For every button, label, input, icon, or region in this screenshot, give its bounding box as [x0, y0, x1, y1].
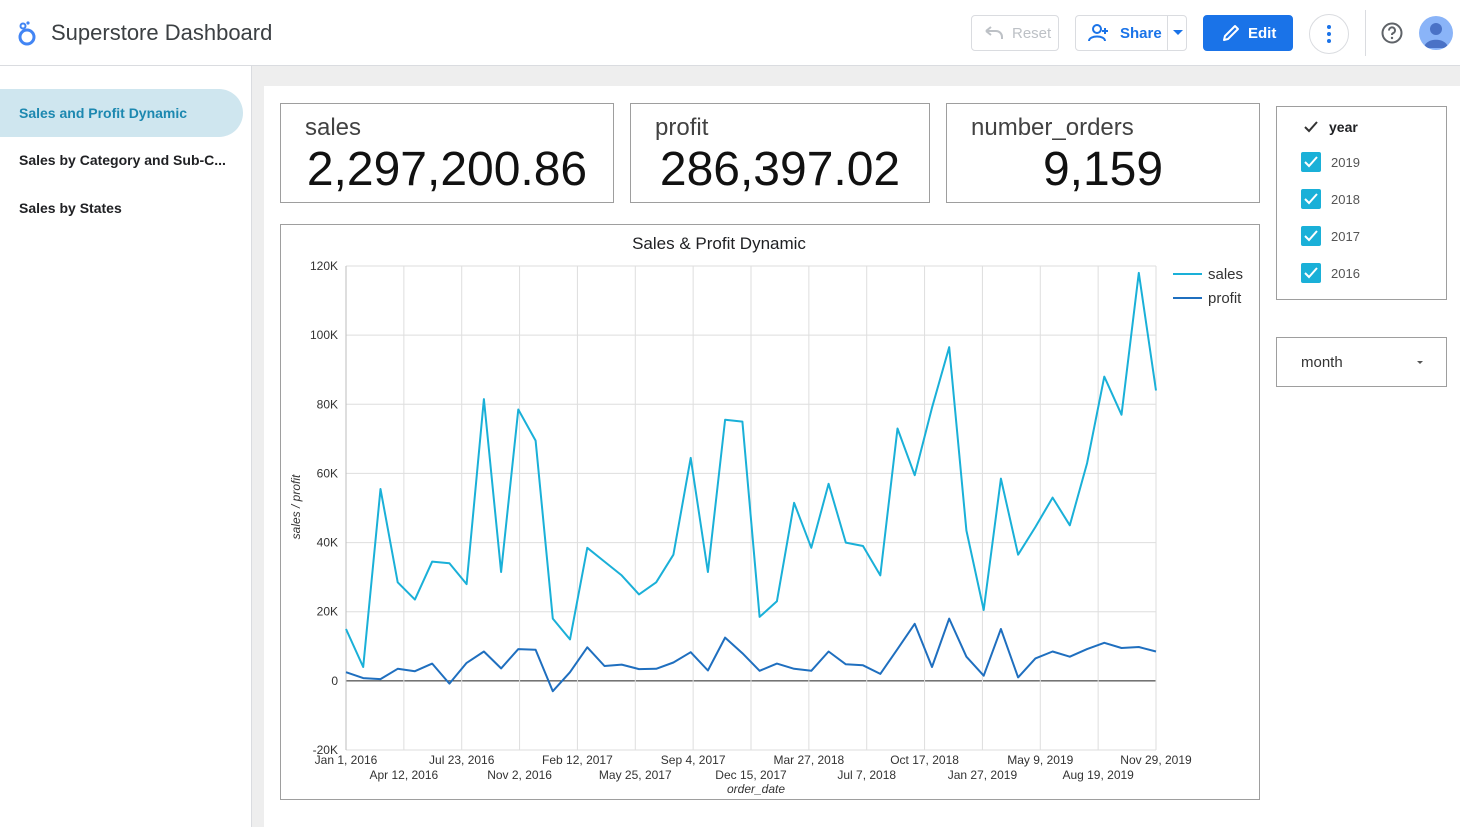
scorecard-label: sales: [305, 114, 362, 141]
report-canvas: sales 2,297,200.86 profit 286,397.02 num…: [252, 66, 1460, 827]
share-divider: [1167, 16, 1168, 50]
filter-option-label: 2017: [1331, 228, 1360, 244]
checkbox-checked-icon[interactable]: [1301, 189, 1321, 209]
x-tick-label: Oct 17, 2018: [890, 753, 959, 767]
scorecard-label: number_orders: [971, 114, 1134, 141]
x-tick-label: Jul 7, 2018: [837, 768, 896, 782]
filter-option-2016[interactable]: 2016: [1301, 262, 1360, 284]
more-options-button[interactable]: [1309, 14, 1349, 54]
x-tick-label: Aug 19, 2019: [1062, 768, 1134, 782]
year-filter-control[interactable]: year 2019 2018 2017 2016: [1276, 106, 1447, 300]
dropdown-caret-icon: [1417, 361, 1423, 364]
x-tick-label: Dec 15, 2017: [715, 768, 787, 782]
filter-option-label: 2018: [1331, 191, 1360, 207]
y-tick-label: 0: [331, 674, 338, 688]
share-label: Share: [1120, 24, 1162, 42]
checkbox-checked-icon[interactable]: [1301, 263, 1321, 283]
filter-option-label: 2019: [1331, 154, 1360, 170]
legend-label-profit: profit: [1208, 290, 1242, 307]
y-tick-label: 60K: [317, 466, 338, 480]
nav-item-sales-by-category[interactable]: Sales by Category and Sub-C...: [0, 136, 243, 184]
x-tick-label: May 9, 2019: [1007, 753, 1073, 767]
scorecard-sales[interactable]: sales 2,297,200.86: [280, 103, 614, 203]
report-title[interactable]: Superstore Dashboard: [51, 20, 272, 46]
share-dropdown-chevron-icon[interactable]: [1173, 30, 1183, 35]
account-avatar[interactable]: [1419, 16, 1453, 50]
y-tick-label: 100K: [310, 328, 338, 342]
dropdown-value: month: [1301, 354, 1343, 371]
x-tick-label: Nov 29, 2019: [1120, 753, 1192, 767]
filter-header[interactable]: year: [1301, 117, 1358, 137]
x-tick-label: Jan 1, 2016: [315, 753, 378, 767]
more-vert-icon: [1327, 25, 1331, 43]
filter-option-2017[interactable]: 2017: [1301, 225, 1360, 247]
filter-header-label: year: [1329, 119, 1358, 135]
filter-option-2019[interactable]: 2019: [1301, 151, 1360, 173]
pencil-icon: [1223, 25, 1239, 41]
scorecard-value: 2,297,200.86: [306, 143, 588, 196]
x-tick-label: Sep 4, 2017: [661, 753, 726, 767]
y-axis-label: sales / profit: [289, 474, 303, 539]
scorecard-value: 9,159: [1042, 143, 1164, 196]
x-tick-label: Feb 12, 2017: [542, 753, 613, 767]
x-axis-label: order_date: [727, 782, 785, 796]
y-tick-label: 20K: [317, 605, 338, 619]
scorecard-label: profit: [655, 114, 709, 141]
date-granularity-dropdown[interactable]: month: [1276, 337, 1447, 387]
undo-icon: [985, 26, 1003, 39]
scorecard-number-orders[interactable]: number_orders 9,159: [946, 103, 1260, 203]
toolbar-divider: [1365, 10, 1366, 56]
person-icon: [1424, 23, 1448, 48]
y-tick-label: 80K: [317, 397, 338, 411]
x-tick-label: Jul 23, 2016: [429, 753, 495, 767]
x-tick-label: Nov 2, 2016: [487, 768, 552, 782]
edit-button[interactable]: Edit: [1203, 15, 1293, 51]
checkbox-checked-icon[interactable]: [1301, 152, 1321, 172]
nav-item-sales-by-states[interactable]: Sales by States: [0, 184, 243, 232]
looker-studio-logo-icon: [18, 21, 36, 46]
x-tick-label: Jan 27, 2019: [948, 768, 1018, 782]
nav-item-sales-and-profit-dynamic[interactable]: Sales and Profit Dynamic: [0, 89, 243, 137]
reset-label: Reset: [1012, 24, 1052, 42]
y-tick-label: 120K: [310, 259, 338, 273]
reset-button[interactable]: Reset: [971, 15, 1059, 51]
share-button[interactable]: Share: [1075, 15, 1187, 51]
filter-option-2018[interactable]: 2018: [1301, 188, 1360, 210]
line-chart-svg: Sales & Profit Dynamic-20K020K40K60K80K1…: [289, 234, 1243, 796]
y-tick-label: 40K: [317, 536, 338, 550]
top-app-bar: Superstore Dashboard Reset Share Edit: [0, 0, 1460, 66]
scorecard-value: 286,397.02: [659, 143, 901, 196]
filter-option-label: 2016: [1331, 265, 1360, 281]
check-icon: [1301, 117, 1321, 137]
x-tick-label: Apr 12, 2016: [369, 768, 438, 782]
sales-profit-line-chart[interactable]: Sales & Profit Dynamic -20K 0 20K 40K 60K 80K 1…: [280, 224, 1260, 800]
checkbox-checked-icon[interactable]: [1301, 226, 1321, 246]
x-tick-label: May 25, 2017: [599, 768, 672, 782]
add-person-icon: [1088, 24, 1108, 42]
edit-label: Edit: [1248, 24, 1277, 42]
report-page: sales 2,297,200.86 profit 286,397.02 num…: [264, 86, 1460, 827]
x-tick-label: Mar 27, 2018: [773, 753, 844, 767]
page-navigation: Sales and Profit Dynamic Sales by Catego…: [0, 66, 252, 827]
scorecard-profit[interactable]: profit 286,397.02: [630, 103, 930, 203]
legend-label-sales: sales: [1208, 266, 1243, 283]
help-icon[interactable]: [1380, 21, 1404, 45]
chart-title: Sales & Profit Dynamic: [632, 234, 806, 253]
